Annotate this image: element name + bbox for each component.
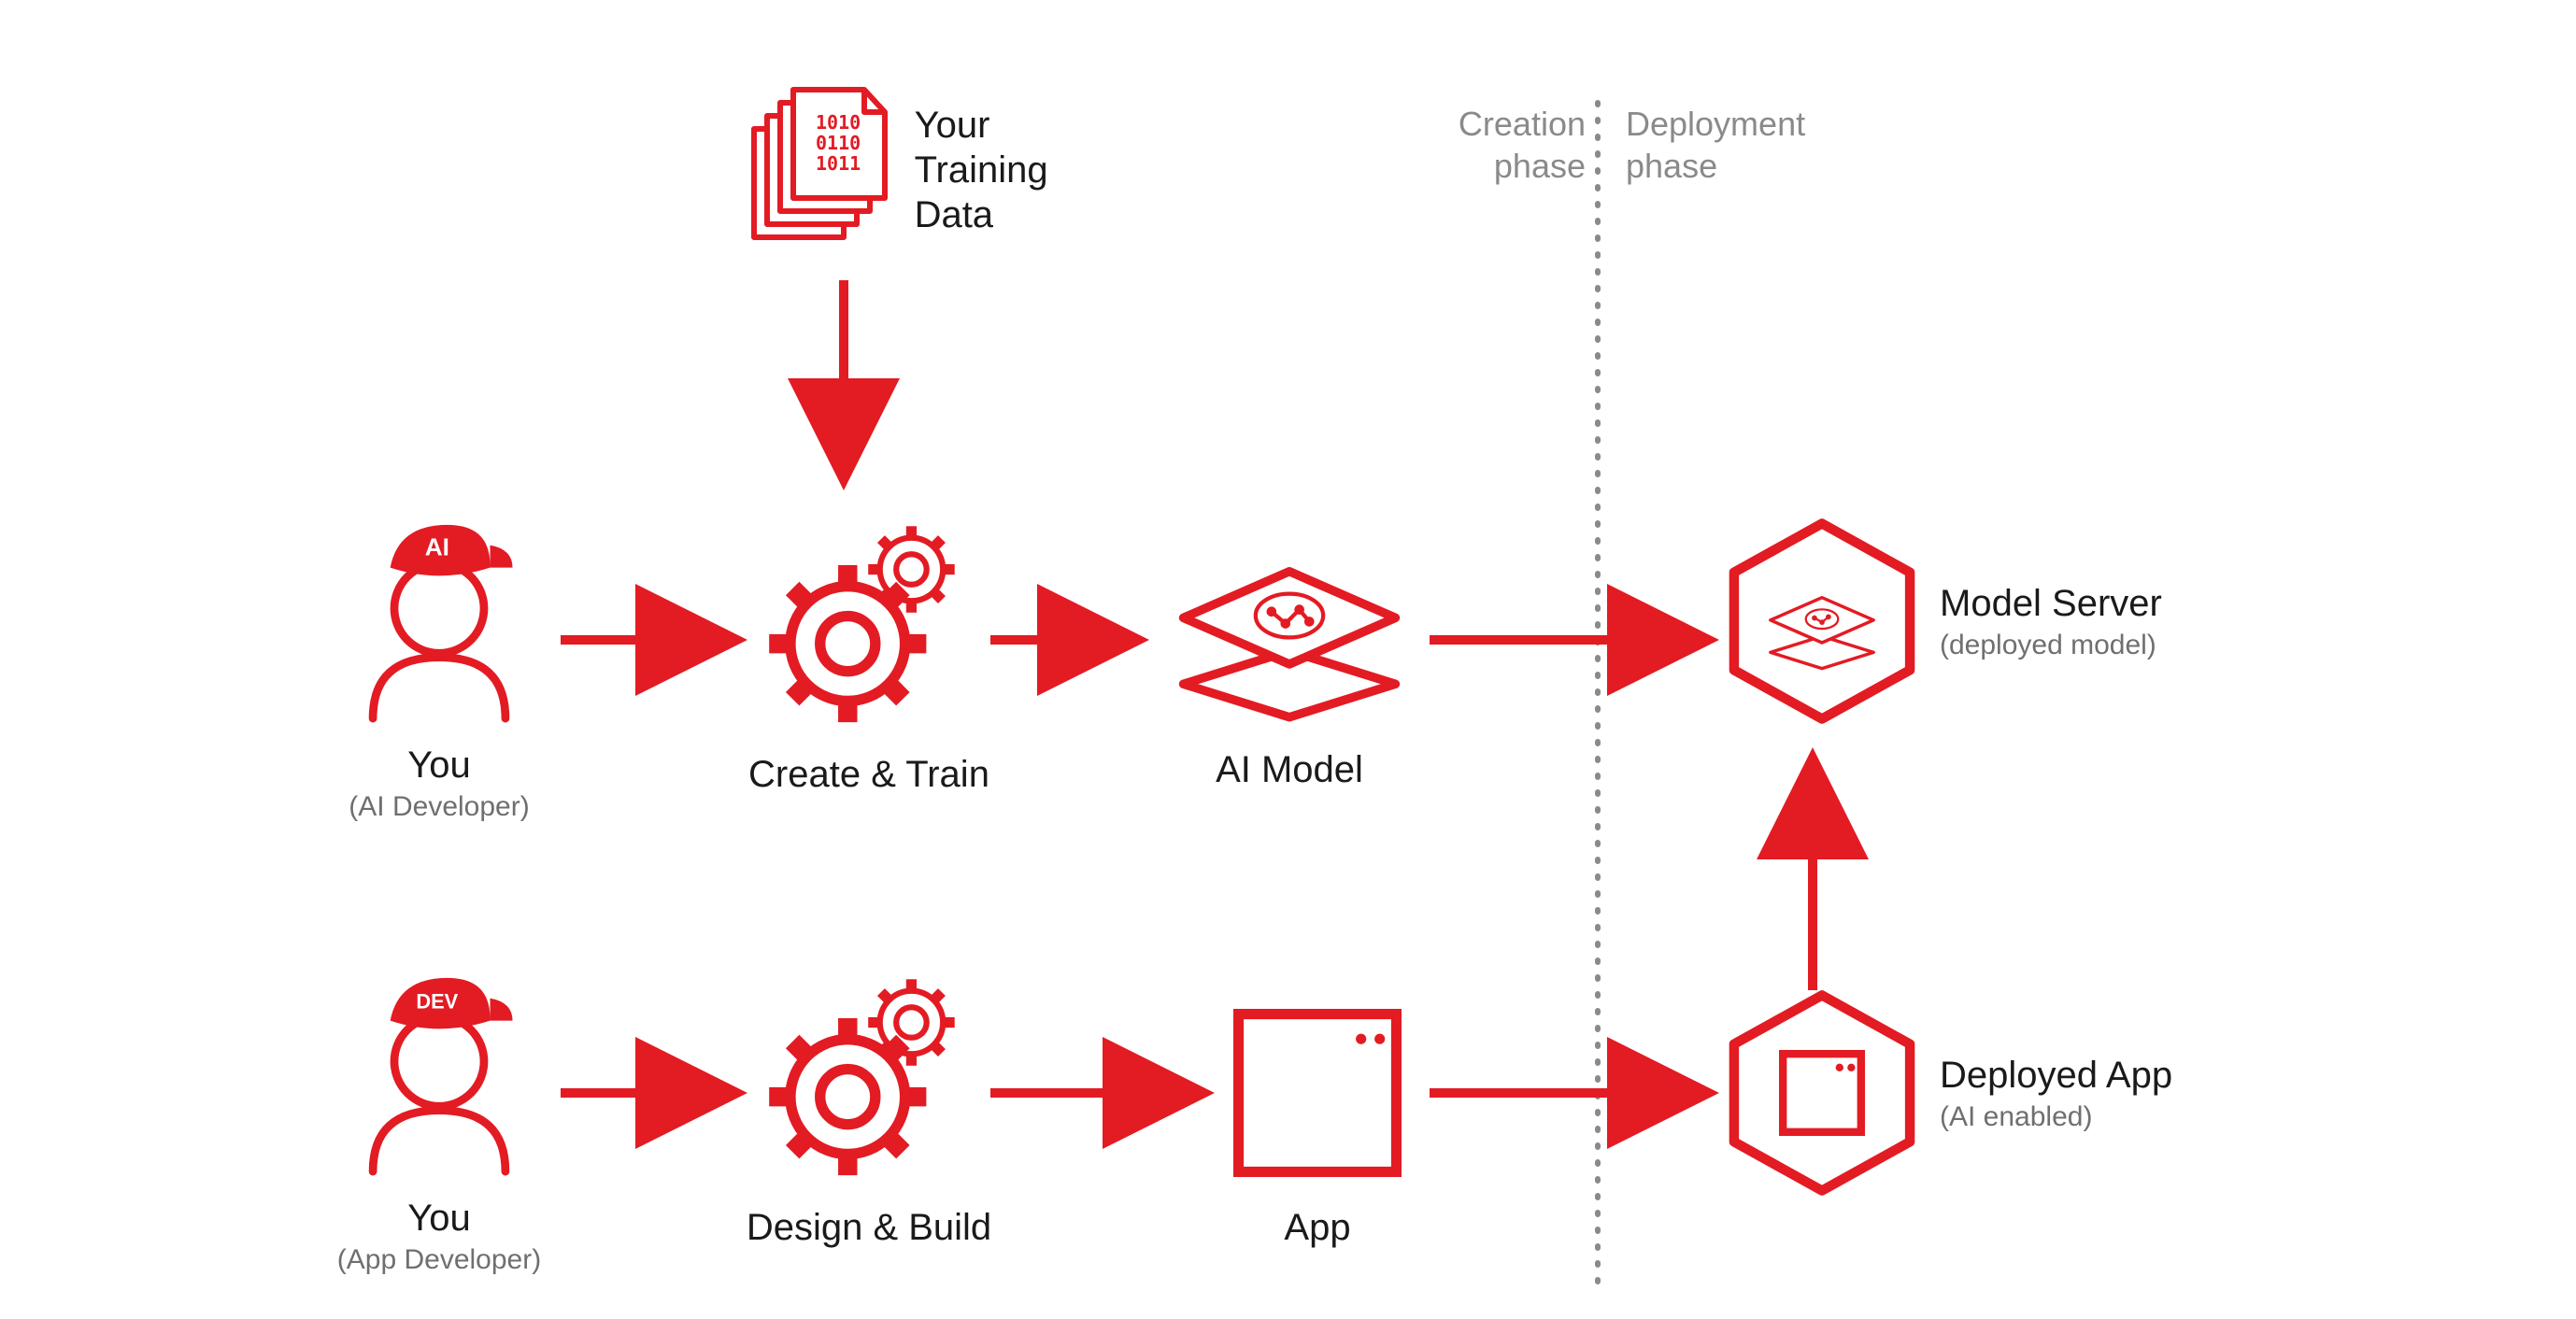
training-data-l2: Training Data — [915, 148, 1131, 237]
gears-icon — [729, 481, 1009, 743]
app-dev-label: You — [308, 1196, 570, 1241]
ai-dev-sublabel: (AI Developer) — [308, 791, 570, 823]
model-server-label: Model Server — [1940, 581, 2162, 626]
ai-dev-label: You — [308, 743, 570, 787]
node-app: App — [1215, 990, 1420, 1250]
create-train-label: Create & Train — [729, 752, 1009, 797]
phase-creation: Creation phase — [1459, 103, 1586, 187]
node-app-developer: DEV You (App Developer) — [308, 953, 570, 1276]
hex-app-icon — [1719, 981, 1925, 1205]
gears-icon-2 — [729, 934, 1009, 1196]
node-model-server: Model Server (deployed model) — [1719, 504, 2242, 738]
design-build-label: Design & Build — [729, 1205, 1009, 1250]
person-dev-icon: DEV — [308, 953, 570, 1186]
cap-ai-text: AI — [425, 533, 449, 561]
layers-brain-icon — [1149, 542, 1430, 738]
deployed-app-label: Deployed App — [1940, 1053, 2172, 1098]
app-dev-sublabel: (App Developer) — [308, 1244, 570, 1276]
cap-dev-text: DEV — [416, 990, 458, 1014]
node-deployed-app: Deployed App (AI enabled) — [1719, 981, 2242, 1205]
ai-model-label: AI Model — [1149, 747, 1430, 792]
svg-text:0110: 0110 — [816, 132, 861, 154]
hex-layers-icon — [1719, 504, 1925, 738]
phase-deployment: Deployment phase — [1626, 103, 1805, 187]
svg-text:1010: 1010 — [816, 111, 861, 134]
phase-creation-l2: phase — [1494, 147, 1586, 185]
phase-creation-l1: Creation — [1459, 105, 1586, 143]
node-ai-developer: AI You (AI Developer) — [308, 500, 570, 823]
node-training-data: 1010 0110 1011 Your Training Data — [738, 65, 1131, 252]
app-window-icon — [1215, 990, 1420, 1196]
phase-deployment-l1: Deployment — [1626, 105, 1805, 143]
diagram-canvas: Creation phase Deployment phase — [0, 0, 2576, 1319]
phase-deployment-l2: phase — [1626, 147, 1717, 185]
person-ai-icon: AI — [308, 500, 570, 733]
model-server-sublabel: (deployed model) — [1940, 630, 2162, 661]
deployed-app-sublabel: (AI enabled) — [1940, 1101, 2172, 1133]
svg-text:1011: 1011 — [816, 152, 861, 175]
training-data-l1: Your — [915, 103, 1131, 148]
node-ai-model: AI Model — [1149, 542, 1430, 792]
app-label: App — [1215, 1205, 1420, 1250]
node-design-build: Design & Build — [729, 934, 1009, 1250]
documents-icon: 1010 0110 1011 — [738, 65, 902, 252]
node-create-train: Create & Train — [729, 481, 1009, 797]
